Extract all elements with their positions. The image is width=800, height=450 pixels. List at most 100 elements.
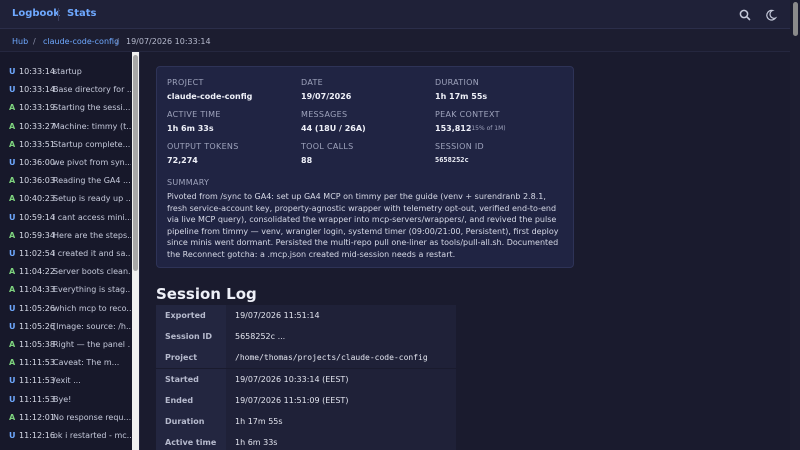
message-time: 11:02:54 (19, 249, 55, 258)
sidebar-message-item[interactable]: A 10:59:34 Here are the steps... (0, 226, 131, 244)
date-value: 19/07/2026 (301, 92, 352, 101)
message-time: 10:59:34 (19, 230, 55, 240)
message-preview: Starting the sessi... (53, 103, 131, 113)
message-time: 11:04:22 (19, 267, 55, 277)
table-value: /home/thomas/projects/claude-code-config (235, 353, 428, 363)
breadcrumb-project[interactable]: claude-code-config (43, 37, 119, 46)
message-role-badge: U (9, 212, 16, 222)
table-key-cell: Active time (156, 432, 226, 450)
sidebar-message-item[interactable]: A 11:11:53 Caveat: The m... (0, 353, 131, 371)
message-role-badge: U (9, 303, 16, 313)
message-time: 10:33:14 (19, 85, 55, 95)
sidebar-message-item[interactable]: A 10:33:27 Machine: timmy (t... (0, 117, 131, 135)
sidebar-message-item[interactable]: U 11:11:53 Bye! (0, 390, 131, 408)
table-key: Project (165, 353, 198, 363)
message-time: 11:11:53 (19, 376, 55, 386)
message-time: 10:33:19 (19, 103, 55, 113)
peak-context-note: (15% of 1M) (469, 125, 506, 132)
table-value-cell: 5658252c ... (226, 326, 456, 348)
sidebar-message-item[interactable]: U 10:36:00 we pivot from syn... (0, 153, 131, 171)
message-role-badge: U (9, 394, 16, 404)
output-tokens-label: OUTPUT TOKENS (167, 142, 239, 151)
message-role-badge: U (9, 67, 16, 76)
sidebar-message-item[interactable]: U 11:12:16 ok i restarted - mc... (0, 426, 131, 444)
message-preview: No response requ... (53, 412, 131, 422)
message-role-badge: U (9, 376, 16, 386)
sidebar-message-item[interactable]: A 11:04:22 Server boots clean... (0, 262, 131, 280)
table-key: Started (165, 374, 199, 384)
message-role-badge: U (9, 431, 16, 440)
summary-text: Pivoted from /sync to GA4: set up GA4 MC… (167, 192, 559, 259)
sidebar-message-item[interactable]: A 10:33:19 Starting the sessi... (0, 98, 131, 116)
project-label: PROJECT (167, 78, 204, 87)
active-time-value: 1h 6m 33s (167, 124, 214, 133)
messages-value: 44 (18U / 26A) (301, 124, 366, 133)
page-scrollbar-thumb[interactable] (793, 2, 798, 36)
message-time: 10:33:14 (19, 67, 55, 76)
sidebar-message-item[interactable]: A 11:05:38 Right — the panel ... (0, 335, 131, 353)
sidebar-message-item[interactable]: A 11:12:01 No response requ... (0, 408, 131, 426)
message-preview: we pivot from syn... (53, 158, 131, 167)
table-key: Ended (165, 395, 194, 405)
message-time: 11:04:33 (19, 285, 55, 295)
table-key-cell: Ended (156, 389, 226, 411)
table-value: 19/07/2026 11:51:14 (235, 311, 320, 320)
search-icon[interactable] (738, 8, 752, 22)
sidebar-message-item[interactable]: A 11:04:33 Everything is stag... (0, 280, 131, 298)
moon-icon[interactable] (764, 8, 778, 22)
table-row: Started 19/07/2026 10:33:14 (EEST) (156, 368, 456, 390)
message-preview: i cant access mini... (53, 212, 131, 222)
sidebar-message-item[interactable]: U 10:33:14 startup (0, 62, 131, 80)
brand-logbook-link[interactable]: Logbook (12, 8, 60, 19)
sidebar-message-item[interactable]: U 11:02:54 i created it and sa... (0, 244, 131, 262)
message-time: 11:12:01 (19, 412, 55, 422)
table-key-cell: Duration (156, 411, 226, 432)
peak-context-value: 153,812 (435, 124, 472, 133)
sidebar-message-item[interactable]: U 11:11:53/exit ... (0, 371, 131, 389)
sidebar-message-item[interactable]: U 10:59:14 i cant access mini... (0, 208, 131, 226)
message-time: 10:59:14 (19, 212, 55, 222)
breadcrumb: Hub / claude-code-config / 19/07/2026 10… (0, 29, 800, 52)
session-id-label: SESSION ID (435, 142, 484, 151)
message-preview: Bye! (53, 394, 72, 404)
message-time: 11:11:53 (19, 358, 55, 368)
table-row: Ended 19/07/2026 11:51:09 (EEST) (156, 389, 456, 411)
table-value: 19/07/2026 10:33:14 (EEST) (235, 374, 349, 384)
message-preview: which mcp to reco... (53, 303, 131, 313)
duration-label: DURATION (435, 78, 480, 87)
nav-stats-link[interactable]: Stats (67, 8, 96, 19)
message-time: 10:33:27 (19, 121, 55, 131)
table-key-cell: Session ID (156, 326, 226, 348)
sidebar-message-item[interactable]: U 11:05:26 which mcp to reco... (0, 299, 131, 317)
breadcrumb-session: 19/07/2026 10:33:14 (126, 37, 211, 46)
message-preview: ok i restarted - mc... (53, 431, 131, 440)
table-value: 5658252c ... (235, 332, 286, 342)
table-value-cell: 1h 17m 55s (226, 411, 456, 432)
breadcrumb-hub[interactable]: Hub (12, 37, 28, 46)
duration-value: 1h 17m 55s (435, 92, 488, 101)
message-preview: Machine: timmy (t... (53, 121, 131, 131)
sidebar-message-item[interactable]: U 11:05:26 [Image: source: /h... (0, 317, 131, 335)
message-preview: Reading the GA4 ... (53, 176, 131, 186)
message-preview: Caveat: The m... (53, 358, 120, 368)
message-preview: Startup complete.... (53, 139, 131, 149)
message-role-badge: A (9, 230, 16, 240)
sidebar-message-item[interactable]: U 10:33:14 Base directory for ... (0, 80, 131, 98)
sidebar-scrollbar-thumb[interactable] (133, 55, 138, 271)
navbar-divider (58, 8, 59, 21)
message-preview: [Image: source: /h... (53, 321, 131, 331)
message-role-badge: A (9, 267, 16, 277)
summary-label: SUMMARY (167, 178, 210, 187)
sidebar-message-item[interactable]: A 10:40:23 Setup is ready up ... (0, 189, 131, 207)
sidebar-message-item[interactable]: A 10:33:51 Startup complete.... (0, 135, 131, 153)
table-value-cell: 19/07/2026 11:51:14 (226, 305, 456, 326)
sidebar-message-item[interactable]: A 10:36:03 Reading the GA4 ... (0, 171, 131, 189)
session-log-heading: Session Log (156, 285, 257, 303)
page-scrollbar[interactable] (790, 0, 800, 450)
message-preview: i created it and sa... (53, 249, 131, 258)
table-key: Duration (165, 417, 205, 426)
message-time: 10:36:03 (19, 176, 55, 186)
messages-label: MESSAGES (301, 110, 348, 119)
session-id-value: 5658252c (435, 156, 469, 164)
table-key: Exported (165, 311, 206, 320)
